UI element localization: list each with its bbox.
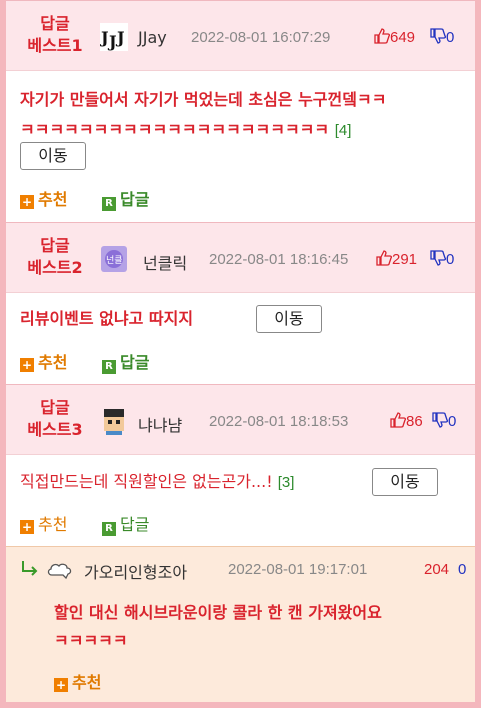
page-frame <box>0 0 481 708</box>
